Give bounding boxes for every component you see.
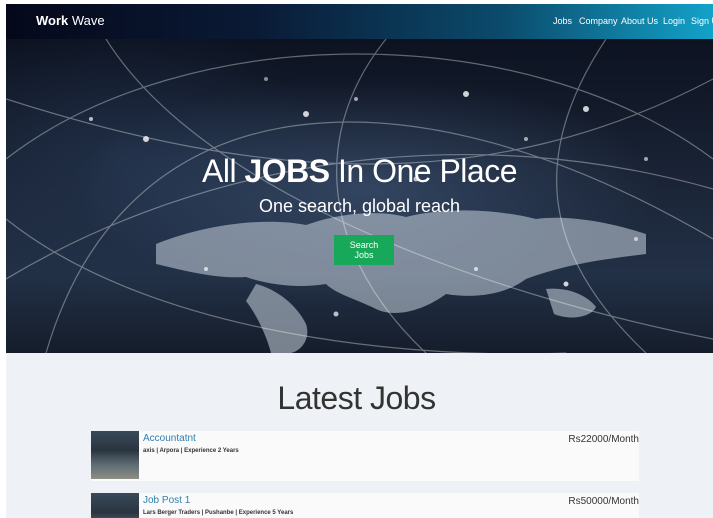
job-thumbnail [91, 431, 139, 479]
nav-sign-up[interactable]: Sign Up [691, 16, 713, 26]
latest-jobs-heading: Latest Jobs [277, 380, 436, 416]
brand-rest: Wave [71, 13, 105, 28]
navbar: Work Wave Jobs Company About Us Login Si… [6, 4, 713, 39]
hero-subtitle: One search, global reach [258, 196, 461, 216]
hero-title: All JOBS In One Place [6, 153, 713, 190]
brand-logo[interactable]: Work Wave [36, 13, 105, 28]
job-thumbnail [91, 493, 139, 518]
brand-strong: Work [36, 13, 69, 28]
job-card[interactable]: Accountatnt axis | Arpora | Experience 2… [91, 431, 639, 481]
hero-title-bold: JOBS [244, 153, 330, 189]
nav-about-us[interactable]: About Us [621, 16, 658, 26]
job-title[interactable]: Job Post 1 [143, 495, 190, 506]
hero-banner: All JOBS In One Place One search, global… [6, 39, 713, 353]
job-title[interactable]: Accountatnt [143, 433, 196, 444]
job-card[interactable]: Job Post 1 Lars Berger Traders | Pushanb… [91, 493, 639, 518]
page: Work Wave Jobs Company About Us Login Si… [6, 4, 713, 518]
hero-title-post: In One Place [337, 153, 518, 189]
job-salary: Rs50000/Month [568, 496, 639, 507]
job-meta: axis | Arpora | Experience 2 Years [143, 448, 239, 454]
nav-jobs[interactable]: Jobs [553, 16, 572, 26]
job-salary: Rs22000/Month [568, 434, 639, 445]
nav-company[interactable]: Company [579, 16, 618, 26]
nav-login[interactable]: Login [663, 16, 685, 26]
job-meta: Lars Berger Traders | Pushanbe | Experie… [143, 510, 294, 516]
search-jobs-button[interactable]: Search Jobs [334, 235, 394, 265]
hero-title-pre: All [202, 153, 237, 189]
